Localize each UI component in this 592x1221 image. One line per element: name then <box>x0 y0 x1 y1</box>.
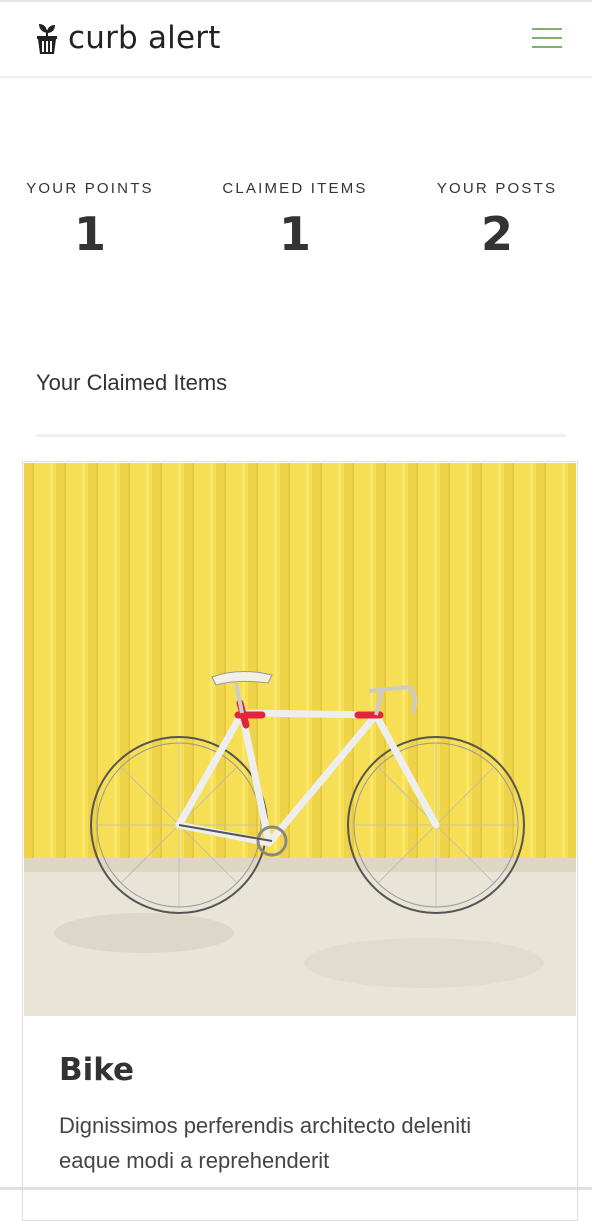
stat-label: YOUR POSTS <box>436 180 558 197</box>
bike-photo[interactable] <box>24 463 576 1016</box>
brand-logo-link[interactable]: curb alert <box>36 20 221 56</box>
stat-posts: YOUR POSTS 2 <box>397 180 592 257</box>
stat-points: YOUR POINTS 1 <box>0 180 190 257</box>
stat-label: YOUR POINTS <box>26 180 154 197</box>
hamburger-menu-icon[interactable] <box>532 28 562 52</box>
item-description: Dignissimos perferendis architecto delen… <box>59 1113 472 1173</box>
stat-label: CLAIMED ITEMS <box>222 180 368 197</box>
section-divider <box>36 434 566 437</box>
claimed-item-card[interactable]: Bike Dignissimos perferendis architecto … <box>22 461 578 1221</box>
stat-claimed-items: CLAIMED ITEMS 1 <box>195 180 395 257</box>
item-title[interactable]: Bike <box>59 1052 134 1088</box>
stat-value: 1 <box>73 207 106 261</box>
plant-bucket-icon <box>37 24 57 54</box>
brand-name: curb alert <box>68 20 221 56</box>
navbar: curb alert <box>0 2 592 78</box>
stat-value: 2 <box>480 207 513 261</box>
stat-value: 1 <box>278 207 311 261</box>
section-title: Your Claimed Items <box>36 370 228 395</box>
